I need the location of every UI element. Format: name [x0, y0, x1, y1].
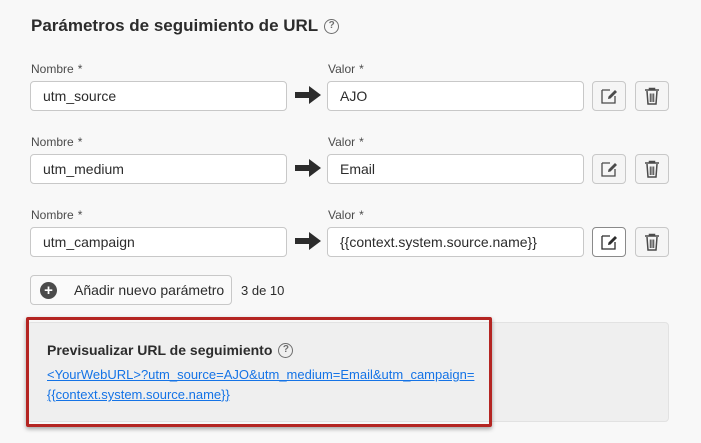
- delete-button[interactable]: [635, 81, 669, 111]
- param-value-field[interactable]: Email: [327, 154, 584, 184]
- add-parameter-label: Añadir nuevo parámetro: [74, 282, 225, 298]
- param-name-field[interactable]: utm_source: [30, 81, 287, 111]
- name-label: Nombre *: [31, 135, 83, 149]
- value-label: Valor *: [328, 135, 364, 149]
- param-row: Nombre * Valor * utm_source AJO: [0, 60, 701, 120]
- param-value-field[interactable]: {{context.system.source.name}}: [327, 227, 584, 257]
- trash-icon: [645, 87, 659, 105]
- edit-icon: [601, 162, 617, 177]
- delete-button[interactable]: [635, 154, 669, 184]
- param-name-field[interactable]: utm_medium: [30, 154, 287, 184]
- arrow-right-icon: [295, 159, 321, 177]
- param-row: Nombre * Valor * utm_campaign {{context.sy…: [0, 206, 701, 266]
- edit-button[interactable]: [592, 81, 626, 111]
- parameter-count: 3 de 10: [241, 283, 285, 298]
- help-icon[interactable]: ?: [324, 18, 340, 34]
- edit-button[interactable]: [592, 227, 626, 257]
- value-label: Valor *: [328, 62, 364, 76]
- add-parameter-button[interactable]: + Añadir nuevo parámetro: [30, 275, 232, 305]
- edit-icon: [601, 235, 617, 250]
- edit-button[interactable]: [592, 154, 626, 184]
- highlight-frame: [26, 317, 492, 427]
- page-title-text: Parámetros de seguimiento de URL: [31, 16, 319, 35]
- arrow-right-icon: [295, 232, 321, 250]
- edit-icon: [601, 89, 617, 104]
- add-circle-icon: +: [40, 281, 57, 299]
- delete-button[interactable]: [635, 227, 669, 257]
- param-name-field[interactable]: utm_campaign: [30, 227, 287, 257]
- value-label: Valor *: [328, 208, 364, 222]
- page-title: Parámetros de seguimiento de URL ?: [31, 16, 340, 36]
- name-label: Nombre *: [31, 62, 83, 76]
- trash-icon: [645, 160, 659, 178]
- param-value-field[interactable]: AJO: [327, 81, 584, 111]
- name-label: Nombre *: [31, 208, 83, 222]
- arrow-right-icon: [295, 86, 321, 104]
- param-row: Nombre * Valor * utm_medium Email: [0, 133, 701, 193]
- trash-icon: [645, 233, 659, 251]
